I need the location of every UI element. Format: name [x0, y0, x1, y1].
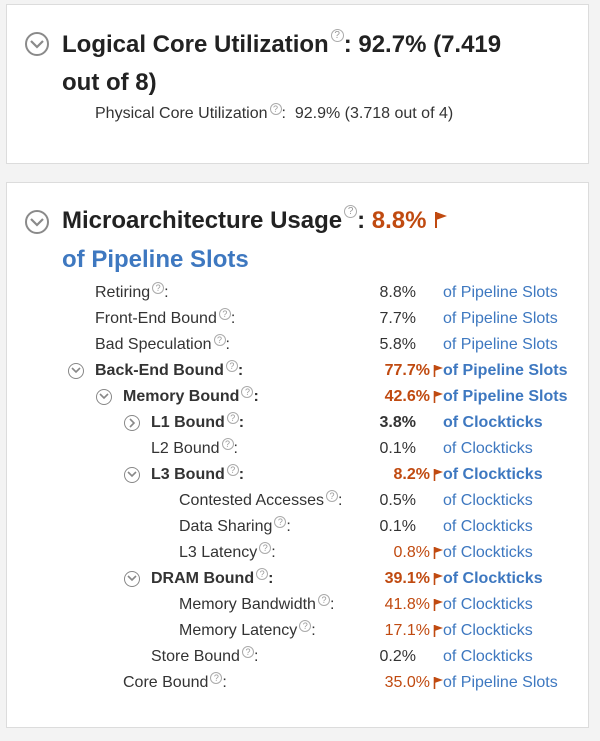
metric-row-back-end-bound: Back-End Bound?: 77.7% of Pipeline Slots — [7, 358, 590, 384]
help-icon[interactable]: ? — [226, 464, 239, 476]
unit-link[interactable]: of Clockticks — [443, 618, 533, 644]
collapse-toggle-icon[interactable] — [68, 363, 84, 379]
core-utilization-value: 92.7% (7.419 — [358, 31, 502, 58]
core-utilization-value-cont: out of 8) — [62, 69, 157, 96]
chevron-down-icon — [127, 575, 137, 582]
unit-link[interactable]: of Pipeline Slots — [443, 332, 574, 358]
metric-row-memory-bound: Memory Bound?: 42.6% of Pipeline Slots — [7, 384, 590, 410]
microarchitecture-usage-panel: Microarchitecture Usage?: 8.8% of Pipeli… — [6, 182, 589, 728]
chevron-down-icon — [71, 367, 81, 374]
help-icon[interactable]: ? — [299, 620, 312, 632]
unit-link[interactable]: of Clockticks — [443, 436, 533, 462]
metric-row-contested-accesses: Contested Accesses?: 0.5% of Clockticks — [7, 488, 590, 514]
unit-link[interactable]: of Clockticks — [443, 514, 533, 540]
help-icon[interactable]: ? — [317, 594, 330, 606]
help-icon[interactable]: ? — [344, 205, 358, 218]
chevron-right-icon — [129, 417, 136, 428]
unit-link[interactable]: of Pipeline Slots — [443, 306, 574, 332]
microarchitecture-usage-value: 8.8% — [371, 207, 427, 234]
metric-row-store-bound: Store Bound?: 0.2% of Clockticks — [7, 644, 590, 670]
collapse-toggle-icon[interactable] — [96, 389, 112, 405]
chevron-down-icon — [127, 471, 137, 478]
panel-title: Logical Core Utilization?: 92.7% (7.419 — [62, 29, 502, 58]
help-icon[interactable]: ? — [325, 490, 338, 502]
help-icon[interactable]: ? — [241, 386, 254, 398]
collapse-toggle-icon[interactable] — [25, 210, 49, 234]
metric-row-memory-bandwidth: Memory Bandwidth?: 41.8% of Clockticks — [7, 592, 590, 618]
metric-row-data-sharing: Data Sharing?: 0.1% of Clockticks — [7, 514, 590, 540]
collapse-toggle-icon[interactable] — [124, 467, 140, 483]
panel-unit: of Pipeline Slots — [62, 246, 249, 273]
help-icon[interactable]: ? — [221, 438, 234, 450]
help-icon[interactable]: ? — [241, 646, 254, 658]
unit-link[interactable]: of Pipeline Slots — [443, 384, 574, 410]
unit-link[interactable]: of Clockticks — [443, 540, 533, 566]
help-icon[interactable]: ? — [226, 412, 239, 424]
metric-row-l1-bound: L1 Bound?: 3.8% of Clockticks — [7, 410, 590, 436]
help-icon[interactable]: ? — [225, 360, 238, 372]
metric-row-retiring: Retiring?: 8.8% of Pipeline Slots — [7, 280, 590, 306]
metric-row-bad-speculation: Bad Speculation?: 5.8% of Pipeline Slots — [7, 332, 590, 358]
unit-link[interactable]: of Clockticks — [443, 566, 543, 592]
collapse-toggle-icon[interactable] — [124, 571, 140, 587]
logical-core-utilization-panel: Logical Core Utilization?: 92.7% (7.419 … — [6, 4, 589, 164]
expand-toggle-icon[interactable] — [124, 415, 140, 431]
unit-link[interactable]: of Clockticks — [443, 592, 533, 618]
panel-title: Microarchitecture Usage?: 8.8% — [62, 202, 449, 240]
help-icon[interactable]: ? — [259, 542, 272, 554]
help-icon[interactable]: ? — [152, 282, 165, 294]
metric-row-l3-bound: L3 Bound?: 8.2% of Clockticks — [7, 462, 590, 488]
help-icon[interactable]: ? — [330, 29, 344, 42]
unit-link[interactable]: of Pipeline Slots — [443, 670, 574, 696]
help-icon[interactable]: ? — [274, 516, 287, 528]
metric-row-l3-latency: L3 Latency?: 0.8% of Clockticks — [7, 540, 590, 566]
help-icon[interactable]: ? — [269, 103, 282, 115]
metric-row-dram-bound: DRAM Bound?: 39.1% of Clockticks — [7, 566, 590, 592]
chevron-down-icon — [99, 393, 109, 400]
collapse-toggle-icon[interactable] — [25, 32, 49, 56]
help-icon[interactable]: ? — [210, 672, 223, 684]
unit-link[interactable]: of Pipeline Slots — [443, 280, 574, 306]
metric-row-l2-bound: L2 Bound?: 0.1% of Clockticks — [7, 436, 590, 462]
physical-core-utilization: Physical Core Utilization?: 92.9% (3.718… — [95, 103, 454, 122]
chevron-down-icon — [30, 218, 44, 227]
help-icon[interactable]: ? — [213, 334, 226, 346]
help-icon[interactable]: ? — [256, 568, 269, 580]
metric-row-front-end-bound: Front-End Bound?: 7.7% of Pipeline Slots — [7, 306, 590, 332]
chevron-down-icon — [30, 40, 44, 49]
unit-link[interactable]: of Clockticks — [443, 410, 543, 436]
unit-link[interactable]: of Clockticks — [443, 462, 543, 488]
metric-row-core-bound: Core Bound?: 35.0% of Pipeline Slots — [7, 670, 590, 696]
metric-row-memory-latency: Memory Latency?: 17.1% of Clockticks — [7, 618, 590, 644]
unit-link[interactable]: of Clockticks — [443, 488, 533, 514]
flag-icon — [435, 212, 448, 228]
unit-link[interactable]: of Pipeline Slots — [443, 358, 574, 384]
unit-link[interactable]: of Clockticks — [443, 644, 533, 670]
help-icon[interactable]: ? — [218, 308, 231, 320]
